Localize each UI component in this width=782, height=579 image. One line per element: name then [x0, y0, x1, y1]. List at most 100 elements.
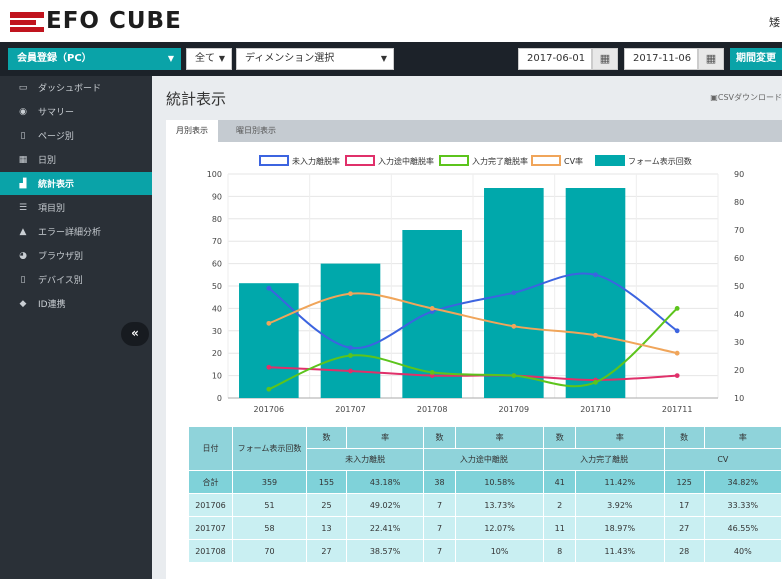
- sidebar-item-4[interactable]: ▟ 統計表示: [0, 172, 152, 195]
- legend-swatch: [595, 155, 625, 166]
- table-cell: 201708: [188, 539, 233, 563]
- group-nyuryoku-tochu: 入力途中離脱: [423, 448, 545, 471]
- table-cell: 27: [663, 516, 705, 540]
- csv-download-link[interactable]: ▣CSVダウンロード: [710, 92, 782, 103]
- device-icon: ▯: [20, 274, 26, 285]
- header-count: 数: [663, 426, 705, 449]
- sidebar-item-7[interactable]: ◕ ブラウザ別: [0, 244, 152, 267]
- x-tick-label: 201711: [662, 405, 693, 414]
- table-cell: 10.58%: [454, 470, 545, 494]
- monitor-icon: ▭: [18, 82, 28, 93]
- series-point: [511, 373, 517, 378]
- sidebar-collapse-button[interactable]: «: [121, 322, 149, 346]
- sidebar-item-8[interactable]: ▯ デバイス別: [0, 268, 152, 291]
- tab-weekday[interactable]: 曜日別表示: [226, 120, 286, 142]
- sidebar-item-label: サマリー: [38, 108, 75, 118]
- calendar-icon[interactable]: ▦: [592, 48, 618, 70]
- header-count: 数: [543, 426, 576, 449]
- calendar-icon[interactable]: ▦: [698, 48, 724, 70]
- y-left-tick-label: 80: [212, 215, 222, 224]
- legend-label: CV率: [564, 156, 583, 166]
- logo-text: EFO CUBE: [46, 8, 182, 34]
- series-point: [266, 364, 272, 370]
- calendar-icon: ▦: [18, 154, 28, 165]
- chevron-down-icon: ▼: [167, 54, 174, 63]
- table-cell: 7: [423, 539, 456, 563]
- legend-label: 入力途中離脱率: [378, 156, 434, 166]
- chevron-down-icon: ▼: [218, 54, 225, 63]
- y-left-tick-label: 50: [212, 282, 222, 291]
- y-right-tick-label: 80: [734, 198, 744, 207]
- series-point: [429, 369, 435, 375]
- series-point: [348, 291, 353, 297]
- x-tick-label: 201706: [254, 405, 285, 414]
- stats-table: 日付 フォーム表示回数 数 率 数 率 数 率 数 率 未入力離脱 入力途中離脱: [188, 426, 782, 563]
- end-date-input[interactable]: 2017-11-06: [624, 48, 698, 70]
- header-count: 数: [423, 426, 456, 449]
- table-cell: 11.43%: [574, 539, 665, 563]
- user-mark[interactable]: 矮: [769, 14, 780, 30]
- sidebar-item-label: ダッシュボード: [38, 84, 102, 94]
- table-cell: 359: [232, 470, 307, 494]
- sidebar-item-5[interactable]: ☰ 項目別: [0, 196, 152, 219]
- y-left-tick-label: 40: [212, 304, 222, 313]
- logo-mark-icon: [10, 10, 44, 32]
- table-cell: 41: [543, 470, 576, 494]
- table-cell: 17: [663, 493, 705, 517]
- table-cell: 18.97%: [574, 516, 665, 540]
- dimension-select-value: ディメンション選択: [245, 53, 335, 64]
- dimension-select[interactable]: ディメンション選択 ▼: [236, 48, 394, 70]
- table-cell: 7: [423, 493, 456, 517]
- legend-label: 未入力離脱率: [292, 156, 340, 166]
- sidebar-item-6[interactable]: ▲ エラー詳細分析: [0, 220, 152, 243]
- logo[interactable]: EFO CUBE: [10, 8, 182, 34]
- app-root: EFO CUBE 矮 会員登録（PC） ▼ 全て ▼ ディメンション選択 ▼ 2…: [0, 0, 782, 579]
- scope-select[interactable]: 全て ▼: [186, 48, 232, 70]
- scope-select-value: 全て: [195, 53, 215, 64]
- table-cell: 25: [306, 493, 347, 517]
- tab-monthly[interactable]: 月別表示: [166, 120, 218, 142]
- series-point: [348, 353, 353, 358]
- y-right-tick-label: 30: [734, 338, 744, 347]
- table-cell: 33.33%: [703, 493, 782, 517]
- legend-label: フォーム表示回数: [628, 156, 692, 166]
- table-total-row: 合計 359 155 43.18% 38 10.58% 41 11.42% 125 34.82%: [188, 470, 782, 494]
- y-left-tick-label: 0: [217, 394, 222, 403]
- series-point: [348, 368, 353, 374]
- series-point: [429, 306, 435, 311]
- period-change-button[interactable]: 期間変更: [730, 48, 782, 70]
- form-select[interactable]: 会員登録（PC） ▼: [8, 48, 181, 70]
- sidebar-item-9[interactable]: ◆ ID連携: [0, 292, 152, 315]
- sidebar-item-2[interactable]: ▯ ページ別: [0, 124, 152, 147]
- table-cell: 13.73%: [454, 493, 545, 517]
- y-left-tick-label: 100: [207, 170, 222, 179]
- csv-download-label: CSVダウンロード: [717, 93, 782, 102]
- table-cell: 3.92%: [574, 493, 665, 517]
- series-point: [348, 345, 353, 351]
- browser-icon: ◕: [19, 250, 27, 261]
- table-cell: 28: [663, 539, 705, 563]
- legend-label: 入力完了離脱率: [472, 156, 528, 166]
- series-point: [266, 285, 272, 291]
- list-icon: ☰: [18, 202, 28, 213]
- table-cell: 34.82%: [703, 470, 782, 494]
- top-bar: EFO CUBE 矮: [0, 0, 782, 42]
- tabs: 月別表示 曜日別表示: [166, 120, 782, 142]
- table-cell: 2: [543, 493, 576, 517]
- series-point: [511, 290, 517, 296]
- globe-icon: ◉: [19, 106, 27, 117]
- sidebar-item-3[interactable]: ▦ 日別: [0, 148, 152, 171]
- start-date-input[interactable]: 2017-06-01: [518, 48, 592, 70]
- sidebar-item-1[interactable]: ◉ サマリー: [0, 100, 152, 123]
- y-right-tick-label: 20: [734, 366, 744, 375]
- bar: [239, 283, 299, 398]
- y-left-tick-label: 60: [212, 260, 222, 269]
- table-cell: 22.41%: [345, 516, 425, 540]
- table-cell: 合計: [188, 470, 233, 494]
- table-cell: 12.07%: [454, 516, 545, 540]
- sidebar-item-0[interactable]: ▭ ダッシュボード: [0, 76, 152, 99]
- table-cell: 201707: [188, 516, 233, 540]
- bar: [565, 188, 626, 398]
- page-title: 統計表示: [166, 90, 227, 108]
- table-cell: 11: [543, 516, 576, 540]
